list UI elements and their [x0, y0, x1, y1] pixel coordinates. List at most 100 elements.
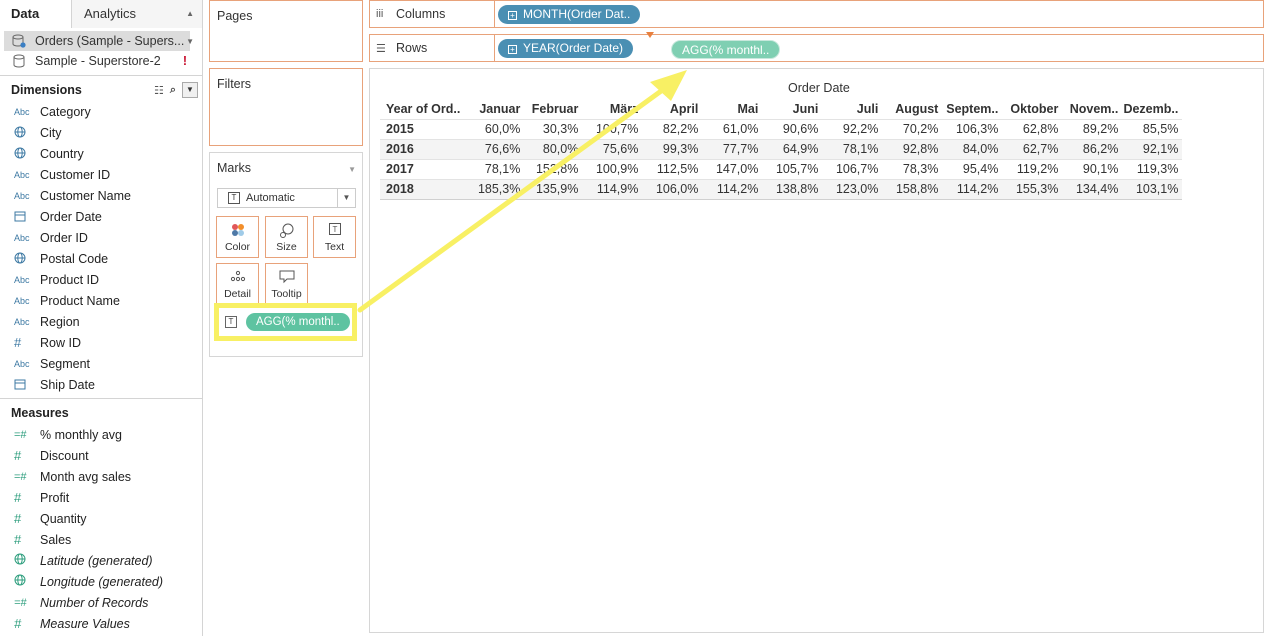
dimension-field[interactable]: # Row ID [0, 332, 202, 353]
marks-agg-pill[interactable]: AGG(% monthl.. [246, 313, 350, 331]
column-header-month[interactable]: Februar [524, 99, 582, 119]
table-cell[interactable]: 92,8% [882, 138, 943, 159]
table-cell[interactable]: 106,7% [822, 158, 883, 179]
measure-field[interactable]: # Sales [0, 529, 202, 550]
color-button[interactable]: Color [216, 216, 259, 258]
tab-analytics[interactable]: Analytics ▲ ▼ [72, 0, 202, 46]
column-header-month[interactable]: Januar [464, 99, 524, 119]
table-cell[interactable]: 78,1% [464, 158, 525, 179]
search-icon[interactable]: ⌕ [170, 84, 176, 97]
measure-field[interactable]: =# Number of Records [0, 592, 202, 613]
row-header-cell[interactable]: 2016 [380, 138, 465, 159]
table-cell[interactable]: 62,7% [1002, 138, 1063, 159]
table-cell[interactable]: 75,6% [582, 138, 643, 159]
table-cell[interactable]: 106,0% [642, 178, 703, 200]
dimension-field[interactable]: Ship Date [0, 374, 202, 395]
table-cell[interactable]: 114,9% [582, 178, 643, 200]
table-cell[interactable]: 155,3% [1002, 178, 1063, 200]
table-cell[interactable]: 78,3% [882, 158, 943, 179]
table-cell[interactable]: 61,0% [702, 118, 763, 139]
table-cell[interactable]: 80,0% [524, 138, 583, 159]
list-view-icon[interactable]: ☷ [154, 84, 164, 97]
table-cell[interactable]: 90,1% [1062, 158, 1123, 179]
measure-field[interactable]: # Discount [0, 445, 202, 466]
dimension-field[interactable]: Abc Category [0, 101, 202, 122]
measure-field[interactable]: # Measure Values [0, 613, 202, 634]
dimension-field[interactable]: Abc Order ID [0, 227, 202, 248]
measure-field[interactable]: # Quantity [0, 508, 202, 529]
detail-button[interactable]: Detail [216, 263, 259, 305]
measure-field[interactable]: Latitude (generated) [0, 550, 202, 571]
table-cell[interactable]: 70,2% [882, 118, 943, 139]
chevron-down-icon[interactable]: ▼ [348, 165, 356, 174]
column-header-month[interactable]: Novem.. [1062, 99, 1122, 119]
table-cell[interactable]: 135,9% [524, 178, 583, 200]
table-cell[interactable]: 119,2% [1002, 158, 1063, 179]
table-cell[interactable]: 112,5% [642, 158, 703, 179]
tooltip-button[interactable]: Tooltip [265, 263, 308, 305]
table-cell[interactable]: 119,3% [1122, 158, 1183, 179]
dropdown-menu-icon[interactable]: ▼ [182, 82, 198, 98]
table-cell[interactable]: 99,3% [642, 138, 703, 159]
tab-data[interactable]: Data [0, 0, 72, 28]
column-header-month[interactable]: Mai [702, 99, 762, 119]
table-cell[interactable]: 152,8% [524, 158, 583, 179]
columns-month-pill[interactable]: + MONTH(Order Dat.. [498, 5, 641, 24]
dimension-field[interactable]: Abc Customer Name [0, 185, 202, 206]
table-cell[interactable]: 106,3% [942, 118, 1003, 139]
table-cell[interactable]: 89,2% [1062, 118, 1123, 139]
column-header-month[interactable]: Septem.. [942, 99, 1002, 119]
table-cell[interactable]: 105,7% [762, 158, 823, 179]
table-cell[interactable]: 123,0% [822, 178, 883, 200]
pages-card[interactable]: Pages [209, 0, 363, 62]
dimension-field[interactable]: Abc Region [0, 311, 202, 332]
table-cell[interactable]: 90,6% [762, 118, 823, 139]
column-header-month[interactable]: April [642, 99, 702, 119]
table-cell[interactable]: 185,3% [464, 178, 525, 200]
dimension-field[interactable]: Abc Segment [0, 353, 202, 374]
table-cell[interactable]: 134,4% [1062, 178, 1123, 200]
table-cell[interactable]: 95,4% [942, 158, 1003, 179]
table-cell[interactable]: 114,2% [942, 178, 1003, 200]
table-cell[interactable]: 82,2% [642, 118, 703, 139]
table-cell[interactable]: 147,0% [702, 158, 763, 179]
table-cell[interactable]: 158,8% [882, 178, 943, 200]
dimension-field[interactable]: Abc Customer ID [0, 164, 202, 185]
dimension-field[interactable]: Abc Product ID [0, 269, 202, 290]
dragged-agg-pill[interactable]: AGG(% monthl.. [671, 40, 781, 59]
filters-card[interactable]: Filters [209, 68, 363, 146]
mark-type-select[interactable]: T Automatic ▼ [217, 188, 356, 208]
table-cell[interactable]: 92,1% [1122, 138, 1183, 159]
table-cell[interactable]: 78,1% [822, 138, 883, 159]
text-button[interactable]: T Text [313, 216, 356, 258]
table-cell[interactable]: 84,0% [942, 138, 1003, 159]
measure-field[interactable]: =# Month avg sales [0, 466, 202, 487]
row-header-cell[interactable]: 2018 [380, 178, 465, 200]
table-cell[interactable]: 76,6% [464, 138, 525, 159]
dimension-field[interactable]: Postal Code [0, 248, 202, 269]
column-header-month[interactable]: Juni [762, 99, 822, 119]
column-header-month[interactable]: März [582, 99, 642, 119]
table-cell[interactable]: 100,7% [582, 118, 643, 139]
table-cell[interactable]: 92,2% [822, 118, 883, 139]
column-header-month[interactable]: Juli [822, 99, 882, 119]
dimension-field[interactable]: Country [0, 143, 202, 164]
table-cell[interactable]: 30,3% [524, 118, 583, 139]
table-cell[interactable]: 114,2% [702, 178, 763, 200]
size-button[interactable]: Size [265, 216, 308, 258]
row-header-cell[interactable]: 2015 [380, 118, 465, 139]
dimension-field[interactable]: Order Date [0, 206, 202, 227]
row-header-year[interactable]: Year of Ord.. [380, 99, 464, 119]
row-header-cell[interactable]: 2017 [380, 158, 465, 179]
table-cell[interactable]: 138,8% [762, 178, 823, 200]
column-header-month[interactable]: Dezemb.. [1122, 99, 1182, 119]
rows-year-pill[interactable]: + YEAR(Order Date) [498, 39, 634, 58]
measure-field[interactable]: =# % monthly avg [0, 424, 202, 445]
table-cell[interactable]: 103,1% [1122, 178, 1183, 200]
table-cell[interactable]: 62,8% [1002, 118, 1063, 139]
column-header-month[interactable]: August [882, 99, 942, 119]
table-cell[interactable]: 100,9% [582, 158, 643, 179]
table-cell[interactable]: 77,7% [702, 138, 763, 159]
measure-field[interactable]: Longitude (generated) [0, 571, 202, 592]
measure-field[interactable]: # Profit [0, 487, 202, 508]
